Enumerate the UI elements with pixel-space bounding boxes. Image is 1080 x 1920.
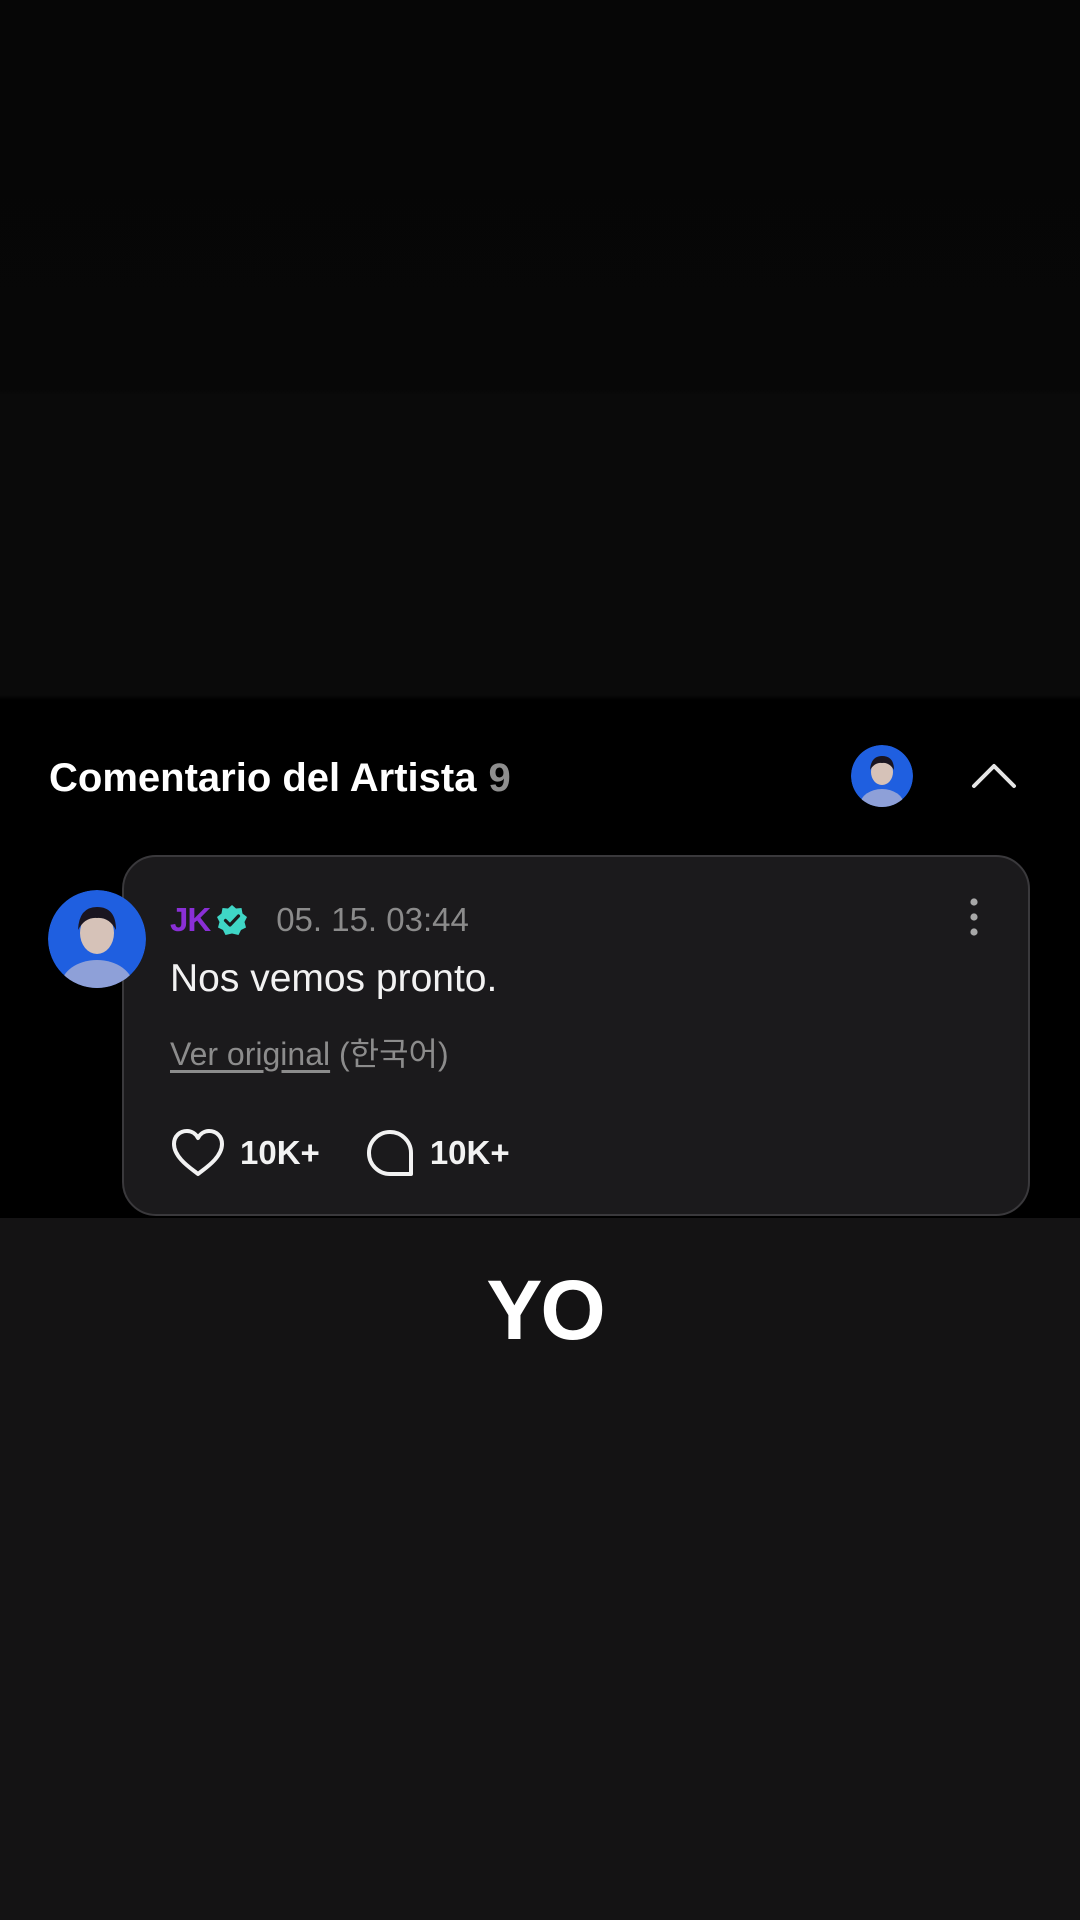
heart-icon [172,1129,224,1176]
author-avatar[interactable] [48,890,146,988]
comment-actions: 10K+ 10K+ [170,1125,510,1181]
section-title: Comentario del Artista [49,755,477,800]
original-language: (한국어) [338,1036,449,1072]
verified-badge-icon [217,905,248,935]
view-original-link[interactable]: Ver original [170,1036,330,1072]
reply-button[interactable]: 10K+ [364,1127,510,1179]
comment-bubble-icon [366,1130,413,1176]
comment-count: 9 [488,755,511,800]
chevron-up-icon[interactable] [966,750,1022,800]
artist-avatar-icon[interactable] [851,745,913,807]
media-area [0,0,1080,700]
more-vertical-icon[interactable] [964,895,984,943]
comment-timestamp: 05. 15. 03:44 [276,901,469,938]
like-button[interactable]: 10K+ [170,1127,320,1179]
translation-row: Ver original (한국어) [170,1029,449,1075]
reply-count: 10K+ [429,1134,510,1171]
caption-text: YO [486,1263,605,1357]
comment-text: Nos vemos pronto. [170,957,498,1000]
comment-card: JK 05. 15. 03:44 Nos vemos pronto. Ver o… [122,855,1030,1216]
like-count: 10K+ [240,1134,320,1171]
comment-header: JK 05. 15. 03:44 [170,897,469,943]
section-header: Comentario del Artista 9 [49,750,511,806]
author-name[interactable]: JK [170,901,211,939]
